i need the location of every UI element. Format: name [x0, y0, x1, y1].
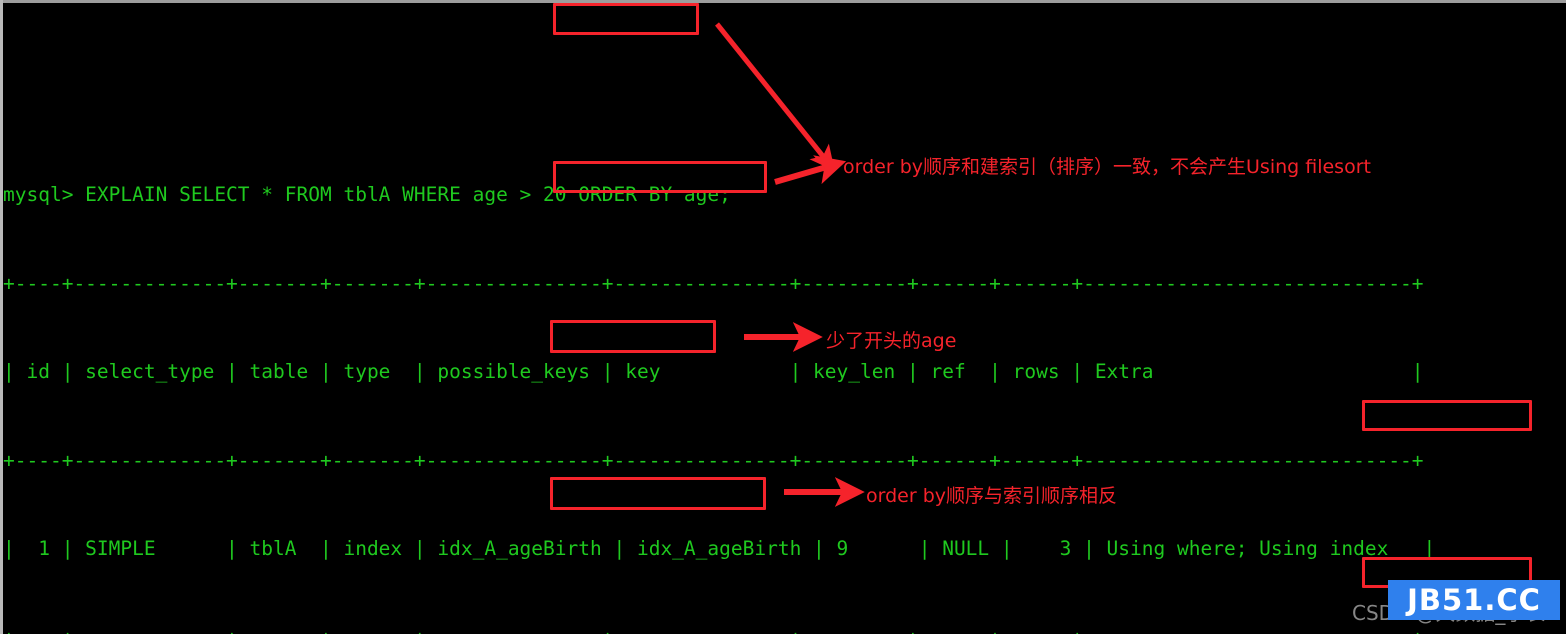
table-sep-mid-1: +----+-------------+-------+-------+----… [3, 448, 1424, 472]
order-by-clause-1: ORDER BY age [578, 183, 720, 206]
explain-block-1: mysql> EXPLAIN SELECT * FROM tblA WHERE … [3, 121, 1566, 634]
terminal-output: mysql> EXPLAIN SELECT * FROM tblA WHERE … [3, 3, 1566, 634]
table-sep-top-1: +----+-------------+-------+-------+----… [3, 271, 1424, 295]
command-line-1: mysql> EXPLAIN SELECT * FROM tblA WHERE … [3, 180, 1566, 210]
command-suffix: ; [719, 183, 731, 206]
terminal-window: mysql> EXPLAIN SELECT * FROM tblA WHERE … [0, 0, 1566, 634]
table-sep-bot-1: +----+-------------+-------+-------+----… [3, 623, 1566, 634]
table-header-1: | id | select_type | table | type | poss… [3, 360, 1424, 383]
command-prefix: mysql> EXPLAIN SELECT * FROM tblA WHERE … [3, 183, 579, 206]
table-row-1: | 1 | SIMPLE | tblA | index | idx_A_ageB… [3, 537, 1436, 560]
